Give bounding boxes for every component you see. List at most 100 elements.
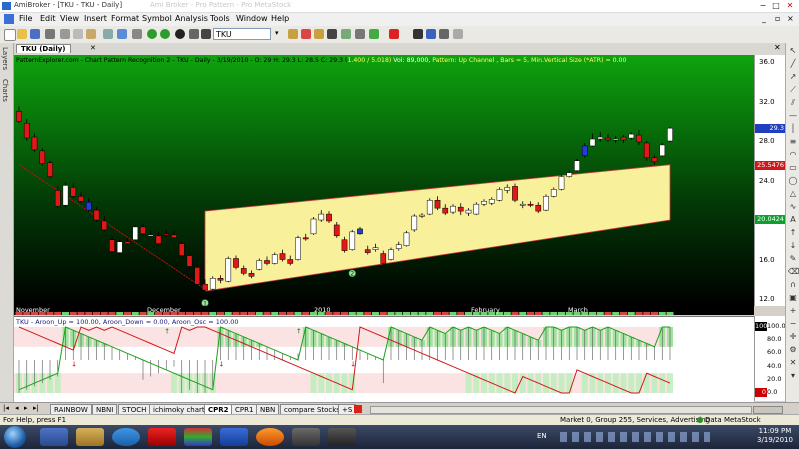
info-icon[interactable]	[175, 29, 185, 39]
taskbar-clock[interactable]: 11:09 PM 3/19/2010	[752, 427, 798, 445]
doc-restore-icon[interactable]: ▫	[775, 14, 780, 23]
start-button-icon[interactable]	[4, 426, 26, 448]
pointer-tool-icon[interactable]: ↖	[788, 46, 798, 55]
taskbar-app-icon[interactable]	[292, 428, 320, 446]
first-sheet-icon[interactable]: |◂	[3, 404, 9, 412]
cursor-tool-icon[interactable]	[426, 29, 436, 39]
arrow-up-tool-icon[interactable]: ↑	[788, 228, 798, 237]
horizontal-line-icon[interactable]: —	[788, 111, 798, 120]
prev-sheet-icon[interactable]: ◂	[15, 404, 19, 412]
pencil-tool-icon[interactable]: ✎	[788, 254, 798, 263]
doc-close-icon[interactable]: ×	[787, 14, 794, 23]
document-tab[interactable]: TKU (Daily)	[16, 44, 71, 53]
menu-analysis[interactable]: Analysis	[175, 14, 208, 23]
zoom-icon[interactable]	[117, 29, 127, 39]
taskbar-firefox-icon[interactable]	[256, 428, 284, 446]
menu-symbol[interactable]: Symbol	[142, 14, 172, 23]
menu-insert[interactable]: Insert	[84, 14, 107, 23]
print-icon[interactable]	[45, 29, 55, 39]
open-icon[interactable]	[17, 29, 27, 39]
document-tab-close-icon[interactable]: ✕	[90, 44, 96, 52]
menu-view[interactable]: View	[60, 14, 79, 23]
scrollbar-thumb[interactable]	[753, 406, 783, 414]
menu-edit[interactable]: Edit	[40, 14, 56, 23]
horizontal-scrollbar[interactable]	[370, 406, 752, 414]
extended-line-icon[interactable]: ⟋	[788, 85, 798, 94]
magnet-tool-icon[interactable]: ∩	[788, 280, 798, 289]
last-sheet-icon[interactable]: ▸|	[33, 404, 39, 412]
taskbar-ie-icon[interactable]	[112, 428, 140, 446]
line-tool-icon[interactable]	[413, 29, 423, 39]
rectangle-tool-icon[interactable]: ▭	[788, 163, 798, 172]
chevron-down-icon[interactable]: ▾	[788, 371, 798, 380]
wand-icon[interactable]	[341, 29, 351, 39]
menu-window[interactable]: Window	[236, 14, 268, 23]
fibonacci-icon[interactable]: ≡	[788, 137, 798, 146]
aroon-indicator-pane[interactable]: ↓ ↓ ↓ ↑ ↑ TKU - Aroon_Up = 100.00, Aroon_Dow…	[14, 316, 754, 402]
arc-tool-icon[interactable]: ◠	[788, 150, 798, 159]
copy-icon[interactable]	[73, 29, 83, 39]
chevron-down-icon[interactable]: ▾	[275, 29, 282, 39]
quote-icon[interactable]	[201, 29, 211, 39]
save-icon[interactable]	[30, 29, 40, 39]
indicator-axis[interactable]: 100.0 80.0 60.0 40.0 20.0 0.0 100 0	[754, 316, 786, 401]
tab-charts[interactable]: Charts	[1, 79, 9, 102]
candle-body	[287, 259, 294, 264]
symbol-combo[interactable]: TKU	[213, 28, 271, 40]
next-sheet-icon[interactable]: ▸	[24, 404, 28, 412]
taskbar-explorer-icon[interactable]	[40, 428, 68, 446]
maximize-icon[interactable]: □	[771, 1, 781, 10]
text-tool-icon[interactable]: A	[788, 215, 798, 224]
properties-tool-icon[interactable]: ⚙	[788, 345, 798, 354]
ray-tool-icon[interactable]: ↗	[788, 72, 798, 81]
zoom-in-tool-icon[interactable]: +	[788, 306, 798, 315]
cycle-tool-icon[interactable]: ∿	[788, 202, 798, 211]
draw-color-icon[interactable]	[389, 29, 399, 39]
doc-minimize-icon[interactable]: _	[762, 14, 766, 23]
taskbar-folder-icon[interactable]	[76, 428, 104, 446]
price-axis[interactable]: 36.032.028.024.020.016.012.029.325.54762…	[754, 55, 786, 306]
delete-tool-icon[interactable]: ✕	[788, 358, 798, 367]
forward-icon[interactable]	[160, 29, 170, 39]
taskbar-amibroker-icon[interactable]	[328, 428, 356, 446]
menu-format[interactable]: Format	[111, 14, 139, 23]
lock-tool-icon[interactable]: ▣	[788, 293, 798, 302]
document-close-icon[interactable]: ✕	[774, 43, 781, 52]
eraser-tool-icon[interactable]: ⌫	[788, 267, 799, 276]
taskbar-pdf-icon[interactable]	[148, 428, 176, 446]
crosshair-tool-icon[interactable]: ✛	[788, 332, 798, 341]
more-tools-icon[interactable]	[453, 29, 463, 39]
ellipse-tool-icon[interactable]: ◯	[788, 176, 798, 185]
price-chart-pane[interactable]: 12 PatternExplorer.com - Chart Pattern R…	[14, 55, 754, 306]
paste-icon[interactable]	[86, 29, 96, 39]
grid-icon[interactable]	[132, 29, 142, 39]
list-icon[interactable]	[189, 29, 199, 39]
tray-icons[interactable]	[560, 432, 710, 442]
vertical-line-icon[interactable]: │	[788, 124, 798, 133]
backtest-icon[interactable]	[314, 29, 324, 39]
menu-file[interactable]: File	[19, 14, 32, 23]
parallel-line-icon[interactable]: ⫽	[788, 98, 798, 107]
triangle-tool-icon[interactable]: △	[788, 189, 798, 198]
close-icon[interactable]: ✕	[785, 1, 795, 10]
cut-icon[interactable]	[60, 29, 70, 39]
language-indicator[interactable]: EN	[537, 432, 547, 440]
settings-icon[interactable]	[355, 29, 365, 39]
minimize-icon[interactable]: −	[758, 1, 768, 10]
alert-icon[interactable]	[369, 29, 379, 39]
zoom-out-tool-icon[interactable]: −	[788, 319, 798, 328]
explore-icon[interactable]	[301, 29, 311, 39]
arrow-down-tool-icon[interactable]: ↓	[788, 241, 798, 250]
taskbar-chrome-icon[interactable]	[184, 428, 212, 446]
ray-tool-icon[interactable]	[439, 29, 449, 39]
undo-icon[interactable]	[103, 29, 113, 39]
trendline-tool-icon[interactable]: ╱	[788, 59, 798, 68]
menu-help[interactable]: Help	[271, 14, 289, 23]
tab-layers[interactable]: Layers	[1, 47, 9, 70]
new-icon[interactable]	[4, 29, 16, 41]
optimize-icon[interactable]	[327, 29, 337, 39]
scan-icon[interactable]	[288, 29, 298, 39]
menu-tools[interactable]: Tools	[210, 14, 230, 23]
back-icon[interactable]	[147, 29, 157, 39]
taskbar-word-icon[interactable]	[220, 428, 248, 446]
